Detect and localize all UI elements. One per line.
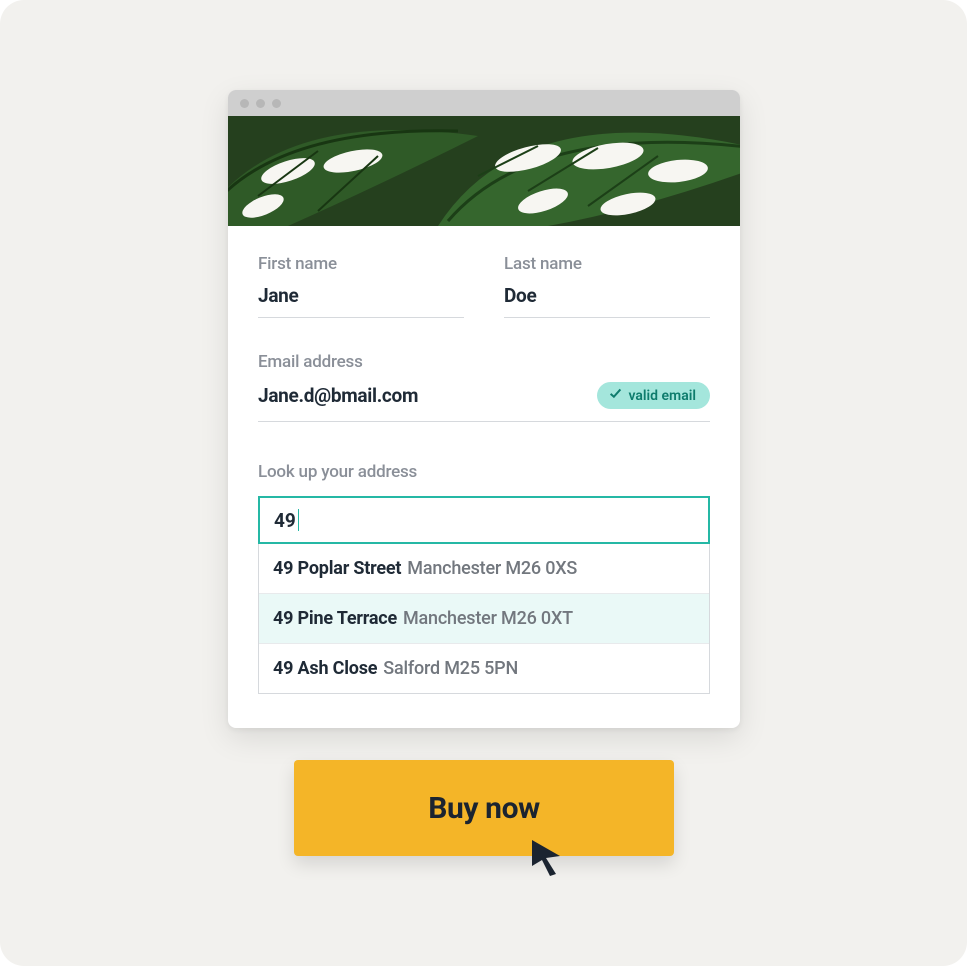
first-name-label: First name [258,254,464,274]
buy-now-button[interactable]: Buy now [294,760,674,856]
last-name-label: Last name [504,254,710,274]
suggestion-primary: 49 Pine Terrace [273,608,397,629]
window-dot-icon [240,99,249,108]
suggestion-secondary: Manchester M26 0XS [407,558,577,579]
checkout-form: First name Jane Last name Doe Email addr… [228,226,740,728]
suggestion-secondary: Salford M25 5PN [383,658,518,679]
browser-window: First name Jane Last name Doe Email addr… [228,90,740,728]
buy-now-label: Buy now [428,791,540,826]
last-name-input[interactable]: Doe [504,284,710,318]
address-suggestions-dropdown: 49 Poplar Street Manchester M26 0XS 49 Pin… [258,544,710,694]
text-caret-icon [298,509,299,531]
first-name-input[interactable]: Jane [258,284,464,318]
address-suggestion[interactable]: 49 Poplar Street Manchester M26 0XS [259,544,709,593]
address-suggestion[interactable]: 49 Ash Close Salford M25 5PN [259,643,709,693]
address-search-value: 49 [274,509,296,532]
first-name-field[interactable]: First name Jane [258,254,464,318]
suggestion-secondary: Manchester M26 0XT [403,608,573,629]
valid-email-text: valid email [628,388,696,404]
window-titlebar [228,90,740,116]
canvas: First name Jane Last name Doe Email addr… [0,0,967,966]
address-search-input[interactable]: 49 [258,496,710,544]
window-dot-icon [256,99,265,108]
email-label: Email address [258,352,710,372]
window-dot-icon [272,99,281,108]
email-input[interactable]: Jane.d@bmail.com [258,384,418,407]
address-suggestion[interactable]: 49 Pine Terrace Manchester M26 0XT [259,593,709,643]
check-icon [609,387,622,404]
valid-email-badge: valid email [597,382,710,409]
hero-image [228,116,740,226]
suggestion-primary: 49 Poplar Street [273,558,401,579]
last-name-field[interactable]: Last name Doe [504,254,710,318]
suggestion-primary: 49 Ash Close [273,658,377,679]
cursor-icon [526,836,566,876]
address-lookup-label: Look up your address [258,462,710,482]
